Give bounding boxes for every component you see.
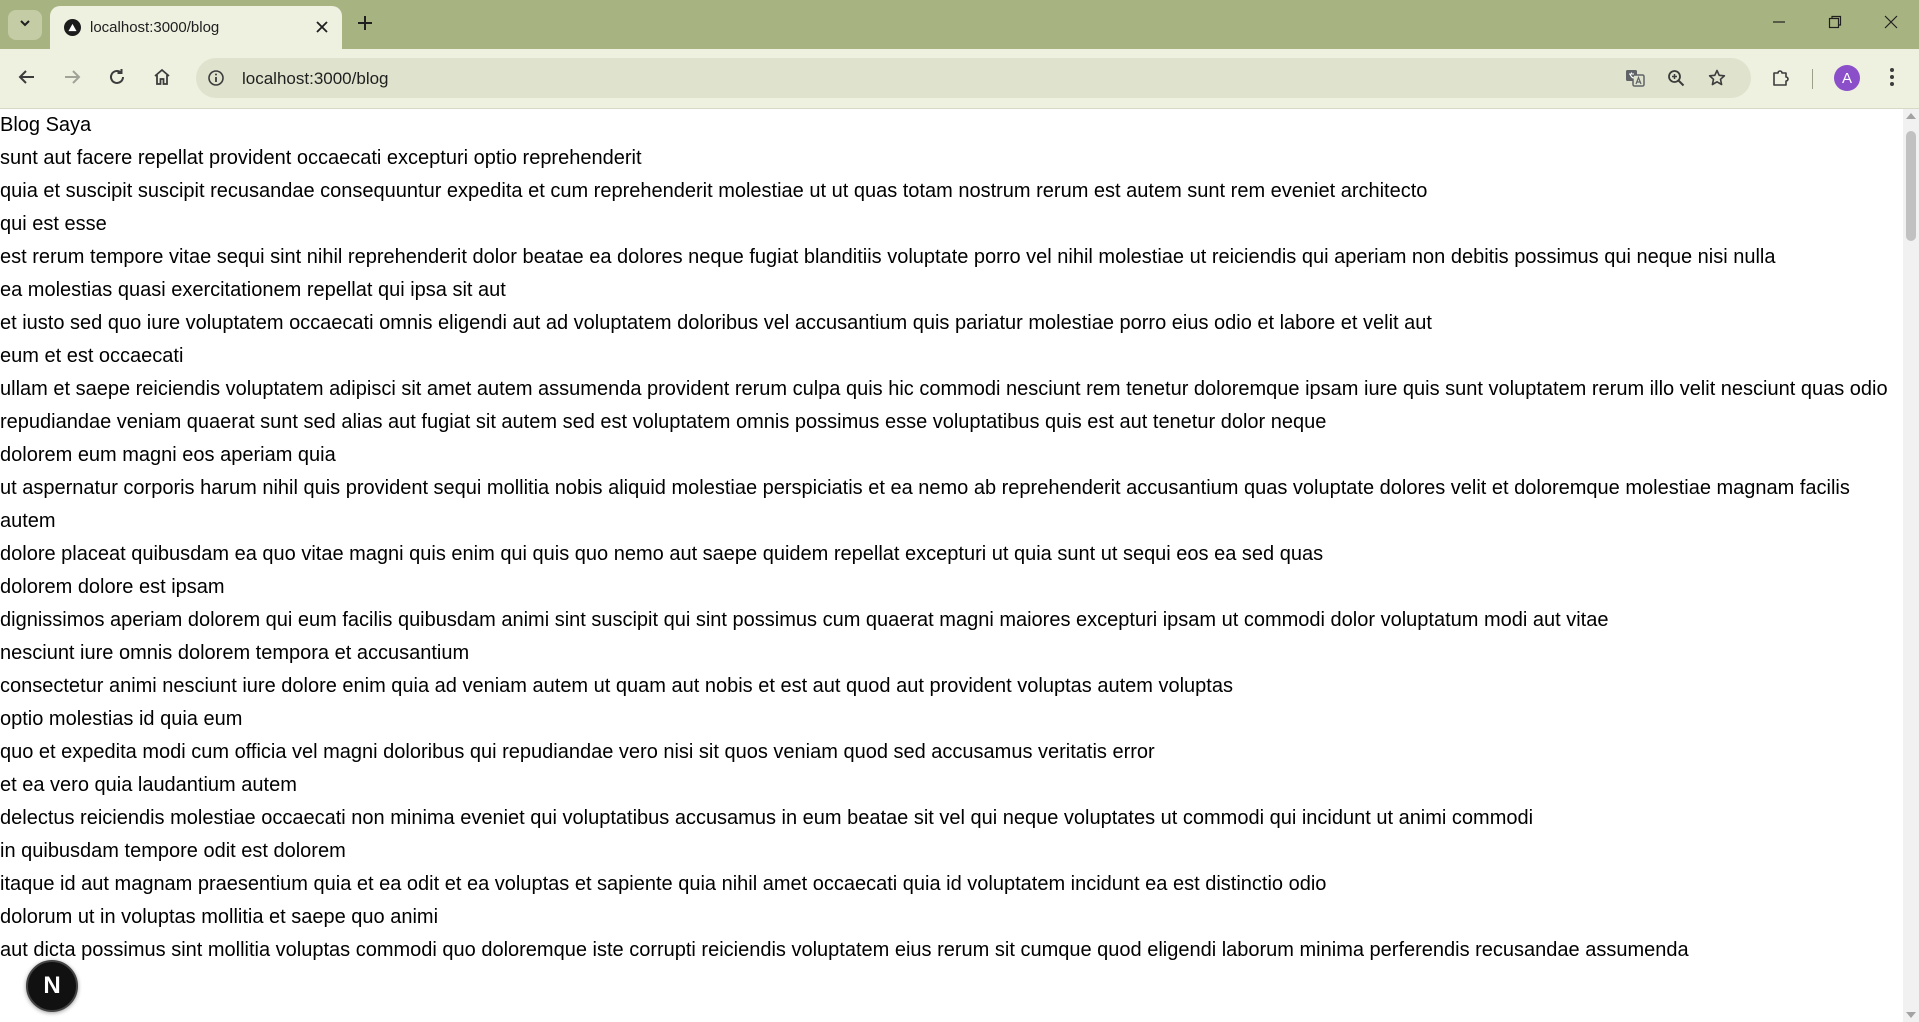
- kebab-menu-icon: [1889, 67, 1895, 92]
- arrow-right-icon: [63, 68, 81, 91]
- post-title: qui est esse: [0, 213, 107, 235]
- post-body: delectus reiciendis molestiae occaecati …: [0, 807, 1534, 829]
- star-icon[interactable]: [1703, 64, 1731, 92]
- post-title: dolorem dolore est ipsam: [0, 576, 225, 598]
- scroll-up-arrow-icon[interactable]: [1906, 113, 1916, 119]
- post-body: dolore placeat quibusdam ea quo vitae ma…: [0, 543, 1324, 565]
- post-title: dolorum ut in voluptas mollitia et saepe…: [0, 906, 439, 928]
- page-content: Blog Saya sunt aut facere repellat provi…: [0, 109, 1903, 1022]
- reload-button[interactable]: [99, 61, 135, 97]
- info-icon[interactable]: [202, 64, 230, 92]
- home-icon: [153, 68, 171, 91]
- post-body: itaque id aut magnam praesentium quia et…: [0, 873, 1327, 895]
- page-title: Blog Saya: [0, 114, 92, 136]
- post-title: optio molestias id quia eum: [0, 708, 243, 730]
- close-icon[interactable]: [310, 15, 334, 39]
- post-body: est rerum tempore vitae sequi sint nihil…: [0, 246, 1776, 268]
- post-title: ea molestias quasi exercitationem repell…: [0, 279, 506, 301]
- post-title: sunt aut facere repellat provident occae…: [0, 147, 642, 169]
- arrow-left-icon: [18, 68, 36, 91]
- extensions-button[interactable]: [1763, 61, 1799, 97]
- post-body: ut aspernatur corporis harum nihil quis …: [0, 477, 1850, 532]
- plus-icon: [357, 15, 373, 36]
- minimize-button[interactable]: [1751, 0, 1807, 49]
- chevron-down-icon: [18, 16, 32, 35]
- post-body: quia et suscipit suscipit recusandae con…: [0, 180, 1428, 202]
- reload-icon: [108, 68, 126, 91]
- menu-button[interactable]: [1874, 61, 1910, 97]
- forward-button[interactable]: [54, 61, 90, 97]
- post-body: quo et expedita modi cum officia vel mag…: [0, 741, 1155, 763]
- url-text[interactable]: localhost:3000/blog: [242, 69, 389, 89]
- post-body: repudiandae veniam quaerat sunt sed alia…: [0, 411, 1327, 433]
- page-scrollbar[interactable]: [1903, 109, 1919, 1022]
- home-button[interactable]: [144, 61, 180, 97]
- post-title: in quibusdam tempore odit est dolorem: [0, 840, 346, 862]
- nextjs-dev-indicator-button[interactable]: N: [26, 960, 78, 1012]
- post-body: dignissimos aperiam dolorem qui eum faci…: [0, 609, 1609, 631]
- tab-title: localhost:3000/blog: [90, 19, 220, 36]
- post-body: consectetur animi nesciunt iure dolore e…: [0, 675, 1233, 697]
- post-title: nesciunt iure omnis dolorem tempora et a…: [0, 642, 470, 664]
- post-body: et iusto sed quo iure voluptatem occaeca…: [0, 312, 1432, 334]
- blog-list: sunt aut facere repellat provident occae…: [0, 142, 1903, 967]
- back-button[interactable]: [9, 61, 45, 97]
- active-tab[interactable]: localhost:3000/blog: [50, 6, 342, 49]
- tab-search-button[interactable]: [8, 10, 42, 40]
- post-title: dolorem eum magni eos aperiam quia: [0, 444, 336, 466]
- tab-strip: localhost:3000/blog: [0, 0, 1919, 49]
- puzzle-icon: [1771, 67, 1791, 92]
- nextjs-triangle-icon: [64, 19, 81, 36]
- scroll-down-arrow-icon[interactable]: [1906, 1012, 1916, 1018]
- post-title: et ea vero quia laudantium autem: [0, 774, 297, 796]
- window-close-button[interactable]: [1863, 0, 1919, 49]
- translate-icon[interactable]: [1621, 64, 1649, 92]
- zoom-icon[interactable]: [1662, 64, 1690, 92]
- post-body: ullam et saepe reiciendis voluptatem adi…: [0, 378, 1888, 400]
- toolbar-divider: [1812, 69, 1813, 89]
- avatar[interactable]: A: [1834, 65, 1860, 91]
- address-bar[interactable]: localhost:3000/blog: [196, 58, 1751, 98]
- post-body: aut dicta possimus sint mollitia volupta…: [0, 939, 1689, 961]
- post-title: eum et est occaecati: [0, 345, 184, 367]
- browser-toolbar: localhost:3000/blog A: [0, 49, 1919, 109]
- new-tab-button[interactable]: [350, 10, 380, 40]
- scrollbar-thumb[interactable]: [1906, 131, 1916, 241]
- minimize-icon: [1772, 15, 1786, 34]
- nextjs-logo-icon: N: [43, 972, 61, 999]
- restore-icon: [1828, 15, 1842, 34]
- restore-button[interactable]: [1807, 0, 1863, 49]
- close-icon: [1884, 15, 1898, 34]
